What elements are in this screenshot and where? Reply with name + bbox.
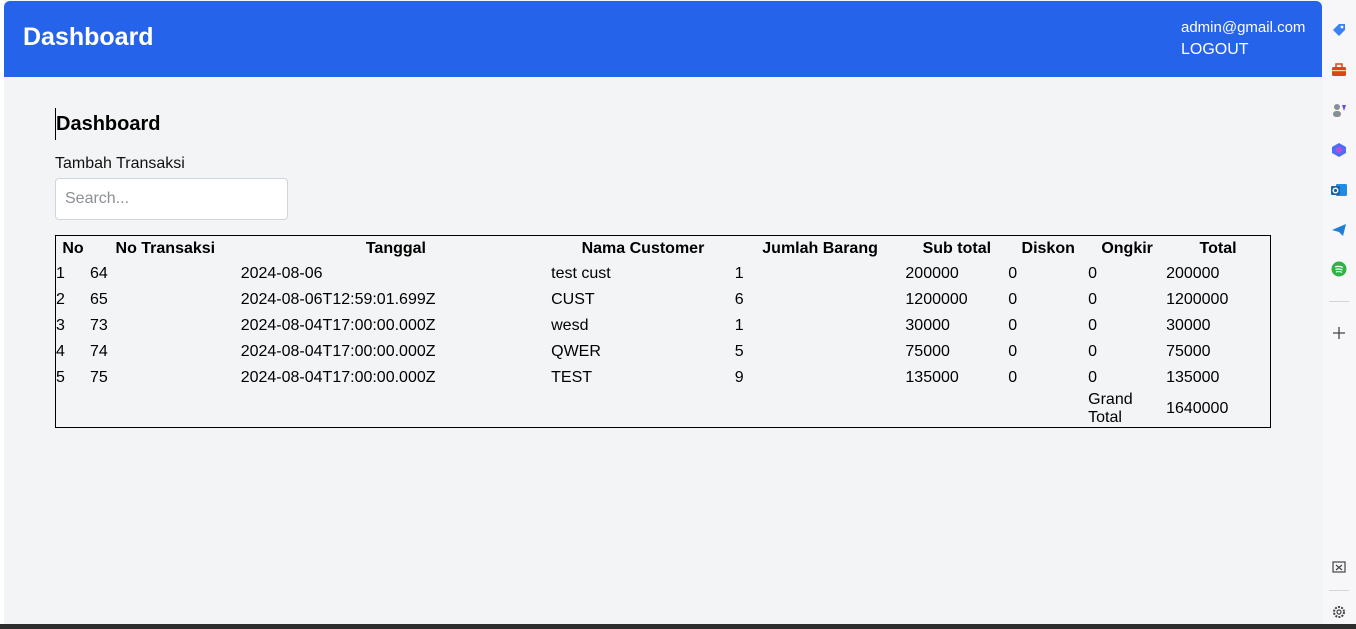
cell-no-transaksi: 64 xyxy=(89,265,108,282)
search-input[interactable] xyxy=(55,178,288,220)
col-header-diskon: Diskon xyxy=(1021,239,1075,257)
briefcase-icon[interactable] xyxy=(1331,62,1347,78)
cell-total: 1200000 xyxy=(1166,291,1229,308)
cell-no-transaksi: 74 xyxy=(89,343,108,360)
cell-diskon: 0 xyxy=(1008,369,1018,386)
cell-tanggal: 2024-08-04T17:00:00.000Z xyxy=(240,369,436,386)
cell-subtotal: 75000 xyxy=(905,343,950,360)
col-header-ongkir: Ongkir xyxy=(1101,239,1153,257)
cell-ongkir: 0 xyxy=(1088,317,1098,334)
cell-jumlah: 9 xyxy=(734,369,744,386)
cell-total: 30000 xyxy=(1166,317,1211,334)
sidebar-divider xyxy=(1329,590,1349,591)
cell-subtotal: 1200000 xyxy=(905,291,968,308)
transactions-table: No No Transaksi Tanggal Nama Customer Ju… xyxy=(55,235,1271,428)
col-header-no: No xyxy=(62,239,84,257)
cell-total: 75000 xyxy=(1166,343,1211,360)
col-header-sub-total: Sub total xyxy=(922,239,992,257)
table-row: 2 65 2024-08-06T12:59:01.699Z CUST 6 120… xyxy=(56,287,1271,313)
cell-customer: wesd xyxy=(551,317,589,334)
grand-total-row: Grand Total 1640000 xyxy=(56,391,1271,428)
cell-tanggal: 2024-08-04T17:00:00.000Z xyxy=(240,317,436,334)
col-header-tanggal: Tanggal xyxy=(365,239,426,257)
cell-tanggal: 2024-08-06T12:59:01.699Z xyxy=(240,291,436,308)
cell-subtotal: 135000 xyxy=(905,369,959,386)
table-row: 4 74 2024-08-04T17:00:00.000Z QWER 5 750… xyxy=(56,339,1271,365)
cell-ongkir: 0 xyxy=(1088,343,1098,360)
cell-tanggal: 2024-08-06 xyxy=(240,265,323,282)
cell-subtotal: 200000 xyxy=(905,265,959,282)
cell-total: 135000 xyxy=(1166,369,1220,386)
add-transaction-link[interactable]: Tambah Transaksi xyxy=(55,154,1271,174)
spotify-icon[interactable] xyxy=(1331,261,1347,277)
col-header-total: Total xyxy=(1199,239,1237,257)
col-header-nama-customer: Nama Customer xyxy=(581,239,705,257)
table-row: 3 73 2024-08-04T17:00:00.000Z wesd 1 300… xyxy=(56,313,1271,339)
add-icon[interactable] xyxy=(1331,325,1347,341)
os-taskbar xyxy=(0,624,1356,629)
cell-no-transaksi: 75 xyxy=(89,369,108,386)
cell-total: 200000 xyxy=(1166,265,1220,282)
tag-icon[interactable] xyxy=(1331,22,1347,38)
cell-diskon: 0 xyxy=(1008,265,1018,282)
cell-ongkir: 0 xyxy=(1088,369,1098,386)
screenshot-icon[interactable] xyxy=(1331,559,1347,575)
cell-ongkir: 0 xyxy=(1088,291,1098,308)
app-window: Dashboard admin@gmail.com LOGOUT Dashboa… xyxy=(4,0,1322,624)
cell-ongkir: 0 xyxy=(1088,265,1098,282)
cell-subtotal: 30000 xyxy=(905,317,950,334)
cell-customer: test cust xyxy=(551,265,611,282)
sidebar-divider xyxy=(1329,301,1349,302)
outlook-icon[interactable] xyxy=(1331,182,1347,198)
navbar-brand[interactable]: Dashboard xyxy=(23,23,154,52)
cell-jumlah: 1 xyxy=(734,265,744,282)
cell-no: 5 xyxy=(56,369,65,386)
table-header-row: No No Transaksi Tanggal Nama Customer Ju… xyxy=(56,236,1271,262)
user-email: admin@gmail.com xyxy=(1181,19,1306,36)
cell-jumlah: 5 xyxy=(734,343,744,360)
grand-total-spacer xyxy=(56,391,1089,428)
page-title: Dashboard xyxy=(55,108,1271,140)
cell-diskon: 0 xyxy=(1008,317,1018,334)
cell-no: 4 xyxy=(56,343,65,360)
cell-no: 3 xyxy=(56,317,65,334)
table-row: 1 64 2024-08-06 test cust 1 200000 0 0 2… xyxy=(56,261,1271,287)
cell-diskon: 0 xyxy=(1008,291,1018,308)
cell-customer: CUST xyxy=(551,291,595,308)
cell-no-transaksi: 73 xyxy=(89,317,108,334)
telegram-icon[interactable] xyxy=(1331,222,1347,238)
copilot-icon[interactable] xyxy=(1331,142,1347,158)
cell-diskon: 0 xyxy=(1008,343,1018,360)
cell-jumlah: 1 xyxy=(734,317,744,334)
table-row: 5 75 2024-08-04T17:00:00.000Z TEST 9 135… xyxy=(56,365,1271,391)
cell-jumlah: 6 xyxy=(734,291,744,308)
cell-no: 1 xyxy=(56,265,65,282)
main-content: Dashboard Tambah Transaksi No No Transak… xyxy=(55,108,1271,428)
cell-customer: TEST xyxy=(551,369,593,386)
logout-button[interactable]: LOGOUT xyxy=(1181,41,1249,59)
browser-sidebar xyxy=(1322,0,1356,629)
col-header-no-transaksi: No Transaksi xyxy=(115,239,216,257)
cell-tanggal: 2024-08-04T17:00:00.000Z xyxy=(240,343,436,360)
top-navbar: Dashboard admin@gmail.com LOGOUT xyxy=(4,1,1322,77)
grand-total-label: Grand Total xyxy=(1088,391,1133,426)
settings-icon[interactable] xyxy=(1331,604,1347,620)
grand-total-value: 1640000 xyxy=(1166,400,1229,417)
cell-no: 2 xyxy=(56,291,65,308)
cell-no-transaksi: 65 xyxy=(89,291,108,308)
col-header-jumlah-barang: Jumlah Barang xyxy=(762,239,878,257)
people-icon[interactable] xyxy=(1331,102,1347,118)
cell-customer: QWER xyxy=(551,343,601,360)
